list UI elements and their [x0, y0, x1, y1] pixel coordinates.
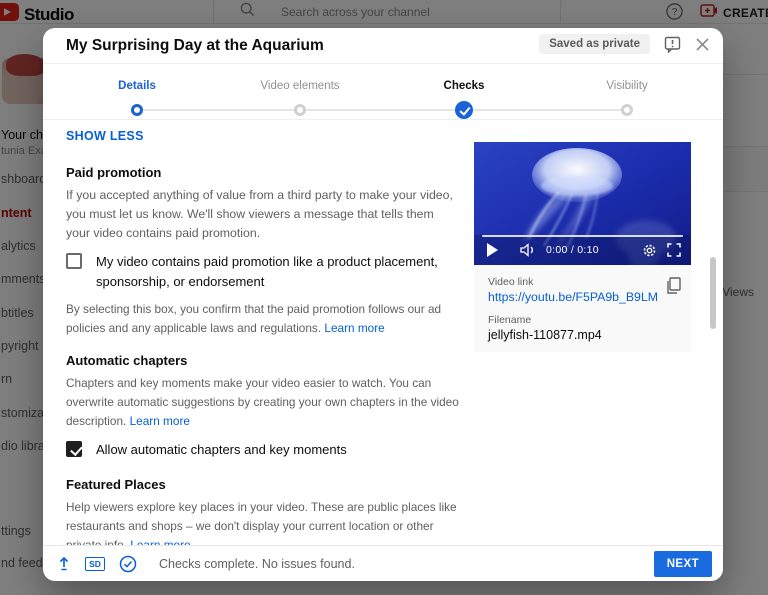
step-video-elements-dot	[294, 104, 306, 116]
fullscreen-icon[interactable]	[667, 243, 681, 257]
automatic-chapters-description: Chapters and key moments make your video…	[66, 374, 460, 431]
video-details-dialog: My Surprising Day at the Aquarium Saved …	[43, 28, 723, 581]
volume-icon[interactable]	[520, 243, 536, 257]
filename-label: Filename	[488, 314, 677, 326]
paid-promotion-checkbox-label[interactable]: My video contains paid promotion like a …	[96, 252, 460, 292]
stepper-connector	[137, 109, 627, 111]
saved-status-badge: Saved as private	[539, 34, 650, 54]
automatic-chapters-checkbox[interactable]	[66, 441, 82, 457]
dialog-title: My Surprising Day at the Aquarium	[66, 37, 324, 55]
dialog-footer: SD Checks complete. No issues found. NEX…	[43, 545, 723, 581]
upload-stepper: Details Video elements Checks Visibility	[43, 64, 723, 120]
automatic-chapters-checkbox-label[interactable]: Allow automatic chapters and key moments	[96, 440, 347, 460]
play-icon[interactable]	[486, 243, 498, 257]
video-info-box: Video link https://youtu.be/F5PA9b_B9LM …	[474, 265, 691, 352]
paid-promotion-learn-more-link[interactable]: Learn more	[324, 321, 384, 335]
paid-promotion-note: By selecting this box, you confirm that …	[66, 300, 460, 338]
paid-promotion-heading: Paid promotion	[66, 165, 460, 180]
automatic-chapters-checkbox-row: Allow automatic chapters and key moments	[66, 440, 460, 460]
step-visibility-dot	[621, 104, 633, 116]
dialog-scrollbar[interactable]	[710, 257, 716, 329]
filename-value: jellyfish-110877.mp4	[488, 328, 677, 342]
checks-status-text: Checks complete. No issues found.	[159, 557, 355, 571]
automatic-chapters-learn-more-link[interactable]: Learn more	[130, 414, 190, 428]
video-preview-panel: 0:00 / 0:10 Video link https:/	[474, 142, 691, 352]
settings-icon[interactable]	[642, 243, 657, 258]
featured-places-description: Help viewers explore key places in your …	[66, 498, 460, 545]
feedback-button[interactable]	[664, 36, 681, 53]
player-time: 0:00 / 0:10	[546, 244, 599, 256]
featured-places-heading: Featured Places	[66, 477, 460, 492]
close-icon[interactable]	[695, 37, 710, 52]
step-details-dot	[131, 104, 143, 116]
paid-promotion-description: If you accepted anything of value from a…	[66, 186, 460, 243]
video-link-url[interactable]: https://youtu.be/F5PA9b_B9LM	[488, 290, 658, 304]
copy-icon[interactable]	[665, 277, 681, 300]
show-less-link[interactable]: SHOW LESS	[66, 129, 144, 143]
paid-promotion-checkbox[interactable]	[66, 253, 82, 269]
dialog-header: My Surprising Day at the Aquarium Saved …	[43, 28, 723, 64]
paid-promotion-checkbox-row: My video contains paid promotion like a …	[66, 252, 460, 292]
player-controls: 0:00 / 0:10	[474, 235, 691, 265]
sd-quality-icon: SD	[85, 557, 105, 571]
step-checks-dot	[455, 101, 473, 119]
video-player[interactable]: 0:00 / 0:10	[474, 142, 691, 265]
upload-done-icon	[57, 556, 71, 571]
featured-places-learn-more-link[interactable]: Learn more	[130, 538, 190, 545]
video-link-label: Video link	[488, 276, 677, 288]
checks-done-icon	[119, 555, 137, 573]
next-button[interactable]: NEXT	[654, 551, 712, 577]
youtube-studio-screen: Studio Search across your channel ? CREA…	[0, 0, 768, 595]
automatic-chapters-heading: Automatic chapters	[66, 353, 460, 368]
dialog-content: SHOW LESS Paid promotion If you accepted…	[43, 120, 723, 545]
